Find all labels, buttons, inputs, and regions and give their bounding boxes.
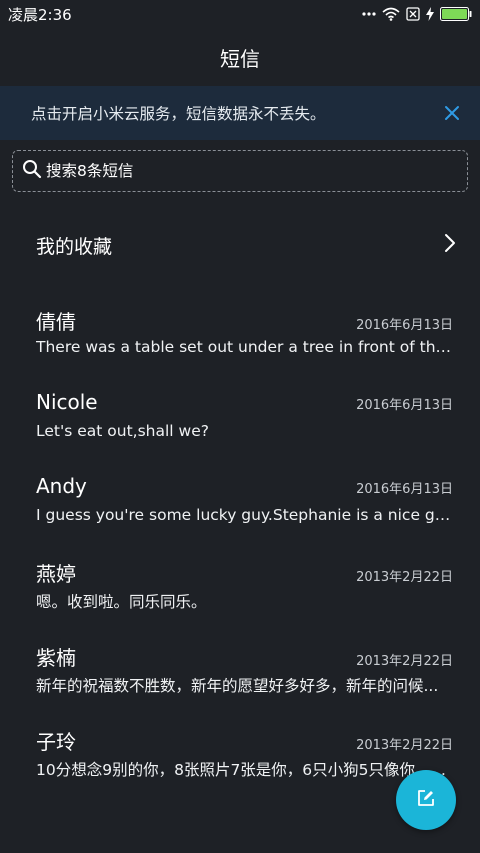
message-date: 2016年6月13日 bbox=[356, 482, 453, 497]
favorites-label: 我的收藏 bbox=[36, 235, 113, 258]
message-preview: 新年的祝福数不胜数，新年的愿望好多好多，新年的问候... bbox=[36, 677, 439, 695]
banner-text: 点击开启小米云服务，短信数据永不丢失。 bbox=[31, 105, 326, 123]
message-preview: Let's eat out,shall we? bbox=[36, 422, 209, 440]
message-date: 2013年2月22日 bbox=[356, 738, 453, 753]
message-date: 2013年2月22日 bbox=[356, 654, 453, 669]
message-preview: 嗯。收到啦。同乐同乐。 bbox=[36, 593, 207, 611]
message-preview: There was a table set out under a tree i… bbox=[36, 338, 453, 356]
close-icon[interactable] bbox=[440, 101, 464, 125]
message-date: 2016年6月13日 bbox=[356, 398, 453, 413]
messaging-screen: 凌晨2:36 短信 点击开启小米云服务，短信数据永不丢失。 搜索8条短信 我的收… bbox=[0, 0, 480, 853]
message-date: 2016年6月13日 bbox=[356, 318, 453, 333]
message-preview: 10分想念9别的你，8张照片7张是你，6只小狗5只像你，4... bbox=[36, 761, 453, 779]
chevron-right-icon bbox=[444, 233, 456, 257]
search-icon bbox=[22, 159, 42, 183]
contact-name: 紫楠 bbox=[36, 646, 76, 670]
message-preview: I guess you're some lucky guy.Stephanie … bbox=[36, 506, 453, 524]
status-bar: 凌晨2:36 bbox=[0, 0, 480, 28]
contact-name: 子玲 bbox=[36, 730, 76, 754]
list-item[interactable]: Andy 2016年6月13日 I guess you're some luck… bbox=[0, 458, 480, 542]
charging-icon bbox=[426, 7, 434, 21]
search-box[interactable] bbox=[12, 150, 468, 192]
message-list: 倩倩 2016年6月13日 There was a table set out … bbox=[0, 290, 480, 794]
favorites-row[interactable]: 我的收藏 bbox=[0, 205, 480, 285]
contact-name: 燕婷 bbox=[36, 562, 76, 586]
compose-button[interactable] bbox=[396, 770, 456, 830]
no-sim-icon bbox=[406, 7, 420, 21]
battery-icon bbox=[440, 7, 472, 21]
list-item[interactable]: 紫楠 2013年2月22日 新年的祝福数不胜数，新年的愿望好多好多，新年的问候.… bbox=[0, 626, 480, 710]
list-item[interactable]: 倩倩 2016年6月13日 There was a table set out … bbox=[0, 290, 480, 374]
contact-name: Nicole bbox=[36, 390, 98, 414]
list-item[interactable]: Nicole 2016年6月13日 Let's eat out,shall we… bbox=[0, 374, 480, 458]
wifi-icon bbox=[382, 7, 400, 21]
search-input[interactable] bbox=[46, 162, 426, 180]
list-item[interactable]: 燕婷 2013年2月22日 嗯。收到啦。同乐同乐。 bbox=[0, 542, 480, 626]
dots-icon bbox=[362, 11, 376, 17]
compose-icon bbox=[417, 789, 435, 811]
page-title: 短信 bbox=[220, 46, 260, 71]
contact-name: Andy bbox=[36, 474, 87, 498]
title-bar: 短信 bbox=[0, 28, 480, 86]
cloud-service-banner[interactable]: 点击开启小米云服务，短信数据永不丢失。 bbox=[0, 86, 480, 140]
message-date: 2013年2月22日 bbox=[356, 570, 453, 585]
status-time: 凌晨2:36 bbox=[8, 5, 72, 24]
contact-name: 倩倩 bbox=[36, 310, 76, 334]
status-icons bbox=[362, 7, 472, 21]
